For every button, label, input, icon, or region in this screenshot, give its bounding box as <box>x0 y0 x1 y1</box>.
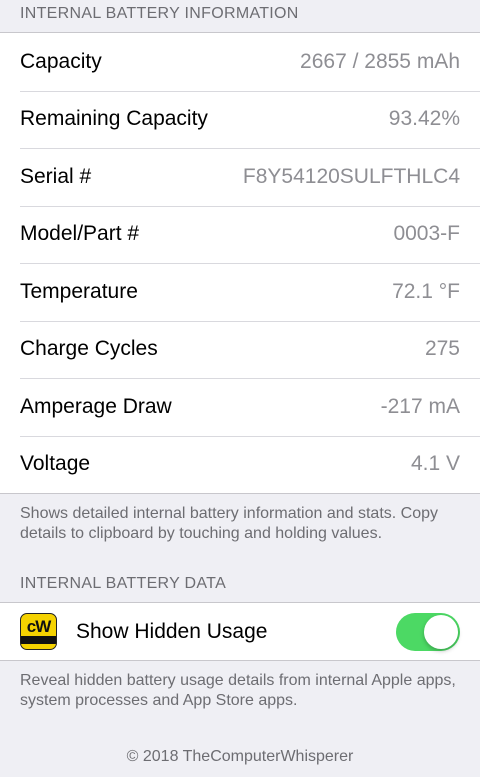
row-value[interactable]: -217 mA <box>381 395 460 419</box>
show-hidden-usage-toggle[interactable] <box>396 612 460 651</box>
row-value[interactable]: 72.1 °F <box>392 280 460 304</box>
row-value[interactable]: F8Y54120SULFTHLC4 <box>243 165 460 189</box>
section-header-battery-info: INTERNAL BATTERY INFORMATION <box>20 5 299 22</box>
show-hidden-usage-row[interactable]: cW Show Hidden Usage <box>0 603 480 660</box>
row-label: Voltage <box>20 452 91 476</box>
row-amperage-draw[interactable]: Amperage Draw -217 mA <box>0 378 480 436</box>
row-voltage[interactable]: Voltage 4.1 V <box>0 435 480 494</box>
row-label: Temperature <box>20 279 138 303</box>
settings-page: INTERNAL BATTERY INFORMATION Capacity 26… <box>0 0 480 777</box>
row-value[interactable]: 2667 / 2855 mAh <box>300 50 460 74</box>
battery-data-footer-note: Reveal hidden battery usage details from… <box>20 672 456 709</box>
battery-info-group: Capacity 2667 / 2855 mAh Remaining Capac… <box>0 32 480 494</box>
row-label: Remaining Capacity <box>20 107 208 131</box>
cw-app-icon: cW <box>20 613 57 650</box>
battery-info-footer-note: Shows detailed internal battery informat… <box>20 505 439 542</box>
row-charge-cycles[interactable]: Charge Cycles 275 <box>0 320 480 379</box>
section-header-battery-data: INTERNAL BATTERY DATA <box>20 575 227 592</box>
row-remaining-capacity[interactable]: Remaining Capacity 93.42% <box>0 90 480 149</box>
row-label: Capacity <box>20 49 102 73</box>
row-label: Charge Cycles <box>20 337 158 361</box>
row-value[interactable]: 0003-F <box>393 222 460 246</box>
row-model-part[interactable]: Model/Part # 0003-F <box>0 205 480 264</box>
copyright-text: © 2018 TheComputerWhisperer <box>126 748 354 765</box>
row-label: Model/Part # <box>20 222 140 246</box>
row-capacity[interactable]: Capacity 2667 / 2855 mAh <box>0 33 480 91</box>
battery-data-group: cW Show Hidden Usage <box>0 602 480 661</box>
row-value[interactable]: 93.42% <box>389 107 460 131</box>
row-label: Serial # <box>20 164 92 188</box>
toggle-knob[interactable] <box>424 614 458 649</box>
row-label: Amperage Draw <box>20 394 172 418</box>
row-temperature[interactable]: Temperature 72.1 °F <box>0 263 480 321</box>
row-serial[interactable]: Serial # F8Y54120SULFTHLC4 <box>0 148 480 206</box>
row-value[interactable]: 275 <box>425 337 460 361</box>
show-hidden-usage-label: Show Hidden Usage <box>76 619 268 643</box>
row-value[interactable]: 4.1 V <box>411 452 460 476</box>
